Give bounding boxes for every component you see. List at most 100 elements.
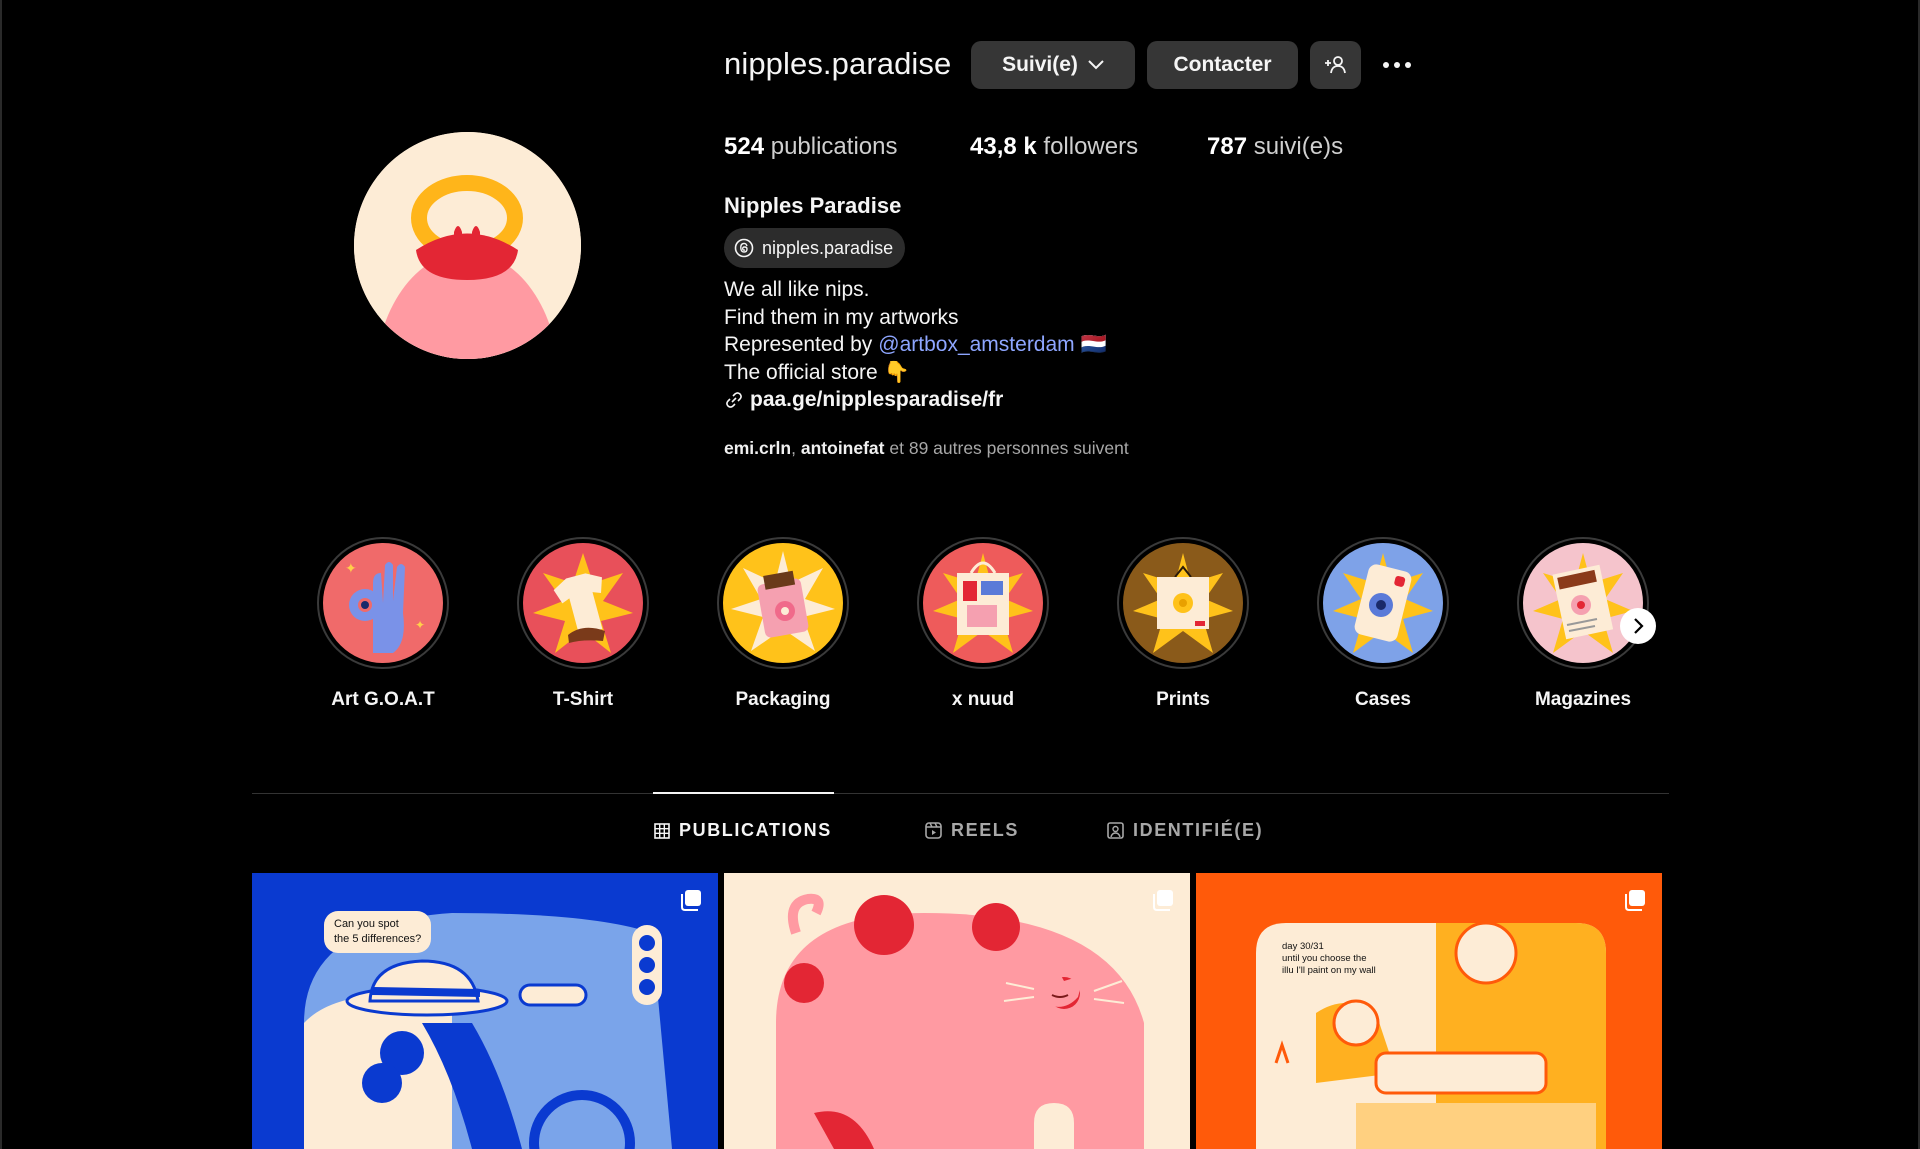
highlight-cover xyxy=(1323,543,1443,663)
bio-text: The official store xyxy=(724,360,878,384)
packaging-illustration xyxy=(723,543,843,663)
highlight-cover xyxy=(523,543,643,663)
tabs-divider xyxy=(252,793,1669,794)
speech-bubble: Can you spot the 5 differences? xyxy=(324,911,432,953)
wall-painting-illustration xyxy=(1196,873,1662,1149)
active-tab-indicator xyxy=(653,792,834,794)
magazine-illustration xyxy=(1523,543,1643,663)
highlight-prints[interactable]: Prints xyxy=(1116,537,1250,711)
mutual-follower-name: antoinefat xyxy=(800,438,885,458)
highlight-ring: ✦ ✦ xyxy=(317,537,449,669)
highlight-packaging[interactable]: Packaging xyxy=(716,537,850,711)
threads-icon xyxy=(734,238,754,258)
highlight-cover xyxy=(923,543,1043,663)
bio-text: Represented by xyxy=(724,333,873,356)
suggest-similar-button[interactable] xyxy=(1310,41,1361,89)
threads-handle: nipples.paradise xyxy=(762,237,894,258)
followers-stat-link[interactable]: 43,8 k followers xyxy=(970,133,1138,161)
tote-bag-illustration xyxy=(923,543,1043,663)
carousel-icon xyxy=(1153,890,1173,911)
bio-link-line[interactable]: paa.ge/nipplesparadise/fr xyxy=(724,386,1107,414)
highlights-next-button[interactable] xyxy=(1620,608,1656,644)
add-user-icon xyxy=(1324,56,1346,74)
highlight-ring xyxy=(917,537,1049,669)
bio-text: We all like nips. xyxy=(724,278,870,301)
post-thumbnail[interactable]: Can you spot the 5 differences? xyxy=(252,873,718,1149)
highlight-label: Packaging xyxy=(735,689,831,710)
followers-count: 43,8 k xyxy=(970,133,1037,160)
chevron-right-icon xyxy=(1634,618,1644,634)
contact-button-label: Contacter xyxy=(1173,53,1272,76)
svg-text:✦: ✦ xyxy=(345,561,357,577)
following-count: 787 xyxy=(1207,133,1248,160)
highlight-cover xyxy=(1523,543,1643,663)
highlight-ring xyxy=(717,537,849,669)
bubble-text: Can you spot xyxy=(334,918,399,930)
tab-publications[interactable]: PUBLICATIONS xyxy=(654,820,832,841)
following-stat-link[interactable]: 787 suivi(e)s xyxy=(1207,133,1343,161)
caption-text: day 30/31 xyxy=(1282,941,1324,952)
highlight-x-nuud[interactable]: x nuud xyxy=(916,537,1050,711)
highlight-label: Cases xyxy=(1355,689,1411,710)
threads-badge-link[interactable]: nipples.paradise xyxy=(724,228,906,268)
caption-text: until you choose the xyxy=(1282,953,1367,964)
avatar-illustration xyxy=(354,132,581,359)
mutual-followers[interactable]: emi.crln, antoinefat et 89 autres person… xyxy=(724,438,1129,459)
following-dropdown-button[interactable]: Suivi(e) xyxy=(971,41,1135,89)
tagged-person-icon xyxy=(1107,822,1124,839)
following-button-label: Suivi(e) xyxy=(1002,53,1078,76)
agency-mention-link[interactable]: @artbox_amsterdam xyxy=(878,331,1074,359)
contact-button[interactable]: Contacter xyxy=(1147,41,1298,89)
carousel-icon xyxy=(1625,890,1645,911)
highlight-ring xyxy=(1317,537,1449,669)
highlight-cover xyxy=(723,543,843,663)
link-icon xyxy=(726,391,742,408)
highlight-cover xyxy=(1123,543,1243,663)
highlight-cases[interactable]: Cases xyxy=(1316,537,1450,711)
highlight-label: Art G.O.A.T xyxy=(331,689,435,710)
mutual-follower-name: emi.crln xyxy=(724,438,792,458)
bio-line: Find them in my artworks xyxy=(724,304,1107,332)
prints-illustration xyxy=(1123,543,1243,663)
chevron-down-icon xyxy=(1088,60,1104,70)
tshirt-illustration xyxy=(523,543,643,663)
reels-icon xyxy=(925,822,942,839)
bio-text: Find them in my artworks xyxy=(724,305,959,329)
mutual-separator: , xyxy=(791,438,796,458)
highlight-label: Prints xyxy=(1156,689,1210,710)
post-thumbnail[interactable]: day 30/31 until you choose the illu I'll… xyxy=(1196,873,1662,1149)
highlight-ring xyxy=(1517,537,1649,669)
followers-label: followers xyxy=(1043,133,1139,160)
ellipsis-dot xyxy=(1383,62,1389,68)
highlight-t-shirt[interactable]: T-Shirt xyxy=(516,537,650,711)
posts-count: 524 xyxy=(724,133,765,160)
grid-icon xyxy=(654,822,670,839)
tab-label: IDENTIFIÉ(E) xyxy=(1133,820,1264,840)
pointing-down-emoji: 👇 xyxy=(883,360,910,384)
spot-differences-illustration xyxy=(252,873,718,1149)
profile-username: nipples.paradise xyxy=(724,46,952,81)
profile-bio: We all like nips. Find them in my artwor… xyxy=(724,276,1107,414)
ellipsis-dot xyxy=(1405,62,1411,68)
mutual-followers-suffix: et 89 autres personnes suivent xyxy=(889,438,1129,458)
post-thumbnail[interactable] xyxy=(724,873,1190,1149)
caption-text: illu I'll paint on my wall xyxy=(1282,965,1376,976)
external-store-link[interactable]: paa.ge/nipplesparadise/fr xyxy=(750,386,1003,414)
highlight-art-goat[interactable]: ✦ ✦ Art G.O.A.T xyxy=(316,537,450,711)
tab-label: PUBLICATIONS xyxy=(679,820,832,840)
tab-reels[interactable]: REELS xyxy=(925,820,1019,841)
bio-line: The official store 👇 xyxy=(724,359,1107,387)
tab-tagged[interactable]: IDENTIFIÉ(E) xyxy=(1107,820,1263,841)
following-label: suivi(e)s xyxy=(1253,133,1344,160)
highlight-label: Magazines xyxy=(1534,689,1632,710)
carousel-icon xyxy=(681,890,701,911)
posts-count-label: publications xyxy=(770,133,898,160)
profile-avatar[interactable] xyxy=(354,132,581,359)
bubble-text: the 5 differences? xyxy=(334,933,422,945)
tab-label: REELS xyxy=(951,820,1020,840)
highlight-label: x nuud xyxy=(951,689,1015,710)
hand-ok-illustration: ✦ ✦ xyxy=(323,543,443,663)
highlight-ring xyxy=(1117,537,1249,669)
more-options-button[interactable] xyxy=(1378,46,1416,84)
phone-case-illustration xyxy=(1323,543,1443,663)
